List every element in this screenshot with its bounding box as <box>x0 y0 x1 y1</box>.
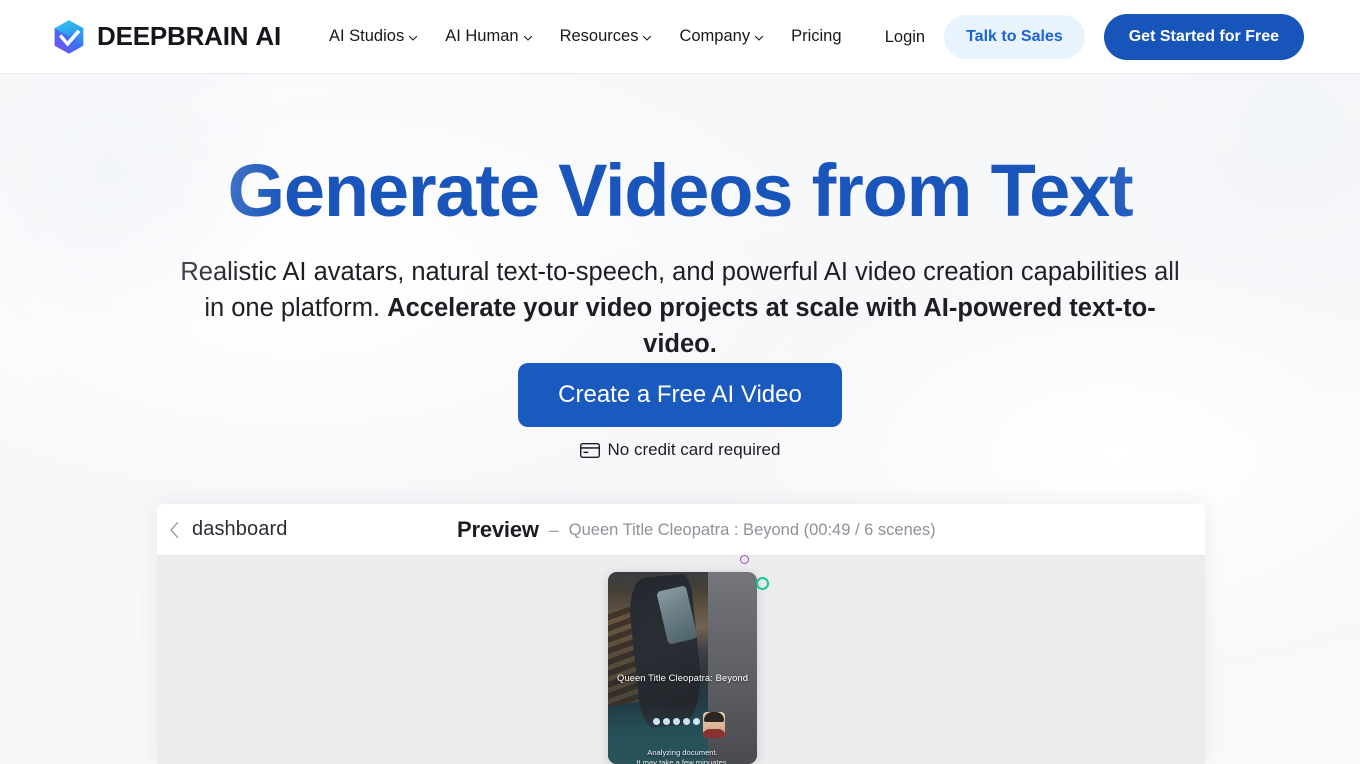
chevron-down-icon <box>523 35 532 41</box>
preview-panel-header: dashboard Preview – Queen Title Cleopatr… <box>157 504 1205 556</box>
chevron-left-icon[interactable] <box>169 521 180 539</box>
video-dim-overlay <box>608 572 757 764</box>
chevron-down-icon <box>643 35 652 41</box>
nav-label: Company <box>679 27 751 45</box>
talk-to-sales-button[interactable]: Talk to Sales <box>944 15 1085 59</box>
create-free-ai-video-button[interactable]: Create a Free AI Video <box>518 363 842 427</box>
header-actions: Login Talk to Sales Get Started for Free <box>885 0 1304 74</box>
title-separator: – <box>548 519 559 540</box>
logo[interactable]: DEEPBRAIN AI <box>52 19 281 55</box>
status-line-2: It may take a few minuates. <box>636 758 729 764</box>
status-line-1: Analyzing document. <box>647 748 718 757</box>
preview-canvas: Queen Title Cleopatra: Beyond Analyzing … <box>157 556 1205 764</box>
resize-handle-purple[interactable] <box>740 555 749 564</box>
credit-card-icon <box>579 442 600 458</box>
hero-cta-group: Create a Free AI Video No credit card re… <box>0 363 1360 460</box>
video-preview-card[interactable]: Queen Title Cleopatra: Beyond Analyzing … <box>608 572 757 764</box>
no-credit-card-label: No credit card required <box>607 440 781 459</box>
nav-item-company[interactable]: Company <box>679 27 764 46</box>
scene-dot[interactable] <box>663 718 670 725</box>
get-started-button[interactable]: Get Started for Free <box>1103 14 1304 60</box>
video-scene-title: Queen Title Cleopatra: Beyond <box>616 672 749 683</box>
site-header: DEEPBRAIN AI AI Studios AI Human Resourc… <box>0 0 1360 74</box>
nav-item-pricing[interactable]: Pricing <box>791 27 841 46</box>
video-status-text: Analyzing document. It may take a few mi… <box>608 748 757 764</box>
logo-text: DEEPBRAIN AI <box>97 21 281 51</box>
deepbrain-cube-icon <box>52 19 86 55</box>
no-credit-card-note: No credit card required <box>579 440 781 460</box>
login-link[interactable]: Login <box>885 28 925 47</box>
chevron-down-icon <box>409 35 418 41</box>
nav-label: Resources <box>559 27 639 45</box>
scene-progress-dots <box>653 718 710 725</box>
chevron-down-icon <box>754 35 764 41</box>
page-title: Generate Videos from Text <box>227 149 1134 232</box>
scene-dot[interactable] <box>673 718 680 725</box>
avatar <box>703 712 725 738</box>
scene-dot[interactable] <box>653 718 660 725</box>
nav-label: AI Studios <box>328 27 405 45</box>
resize-handle-green[interactable] <box>756 577 769 590</box>
preview-title-group: Preview – Queen Title Cleopatra : Beyond… <box>457 504 936 556</box>
nav-item-ai-studios[interactable]: AI Studios <box>329 27 418 46</box>
project-name-label: Queen Title Cleopatra : Beyond (00:49 / … <box>568 520 936 539</box>
preview-heading: Preview <box>457 517 539 542</box>
dashboard-link[interactable]: dashboard <box>192 518 287 541</box>
avatar-body <box>703 729 725 738</box>
scene-dot[interactable] <box>683 718 690 725</box>
main-nav: AI Studios AI Human Resources Company Pr… <box>329 27 842 46</box>
nav-label: Pricing <box>791 27 842 45</box>
nav-label: AI Human <box>445 27 519 45</box>
scene-dot[interactable] <box>693 718 700 725</box>
nav-item-resources[interactable]: Resources <box>560 27 653 46</box>
subtitle-bold: Accelerate your video projects at scale … <box>387 294 1156 359</box>
nav-item-ai-human[interactable]: AI Human <box>445 27 532 46</box>
avatar-hair <box>704 712 724 722</box>
preview-panel: dashboard Preview – Queen Title Cleopatr… <box>157 504 1205 764</box>
hero-subtitle: Realistic AI avatars, natural text-to-sp… <box>0 254 1360 363</box>
